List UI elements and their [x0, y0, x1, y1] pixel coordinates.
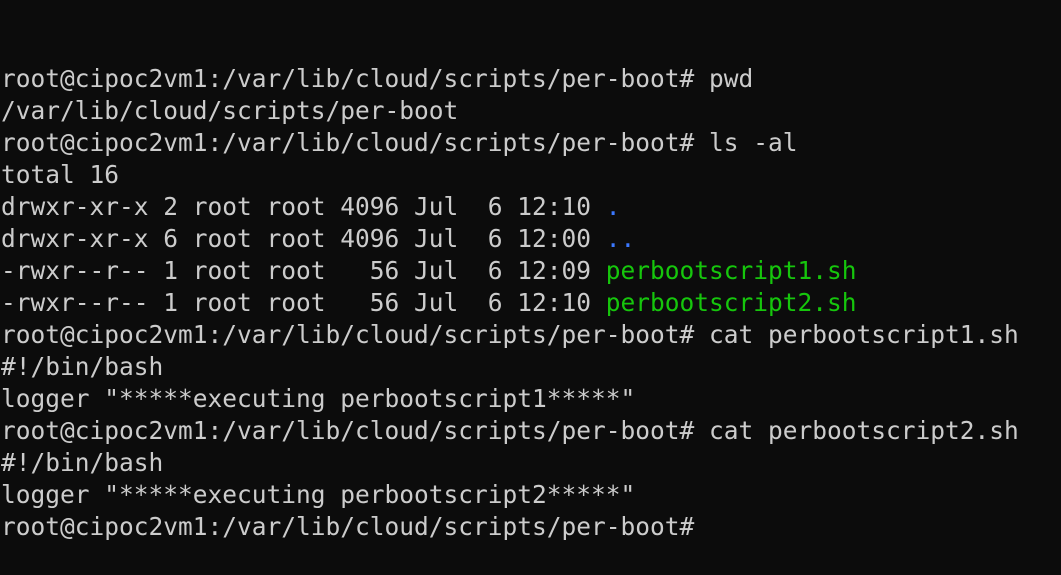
shell-prompt: root@cipoc2vm1:/var/lib/cloud/scripts/pe…: [1, 512, 695, 541]
terminal-command-line: root@cipoc2vm1:/var/lib/cloud/scripts/pe…: [1, 511, 1061, 543]
file-metadata: -rwxr--r-- 1 root root 56 Jul 6 12:09: [1, 256, 606, 285]
terminal-output-line: #!/bin/bash: [1, 447, 1061, 479]
output-text: logger "*****executing perbootscript2***…: [1, 480, 636, 509]
executable-file-name: perbootscript1.sh: [605, 256, 857, 285]
terminal-output-line: /var/lib/cloud/scripts/per-boot: [1, 95, 1061, 127]
terminal-window[interactable]: root@cipoc2vm1:/var/lib/cloud/scripts/pe…: [0, 0, 1061, 541]
output-text: #!/bin/bash: [1, 448, 164, 477]
listing-row: drwxr-xr-x 2 root root 4096 Jul 6 12:10 …: [1, 191, 1061, 223]
output-text: logger "*****executing perbootscript1***…: [1, 384, 636, 413]
output-text: /var/lib/cloud/scripts/per-boot: [1, 96, 459, 125]
terminal-output: root@cipoc2vm1:/var/lib/cloud/scripts/pe…: [1, 63, 1061, 543]
shell-command: ls -al: [694, 128, 798, 157]
terminal-command-line: root@cipoc2vm1:/var/lib/cloud/scripts/pe…: [1, 415, 1061, 447]
terminal-output-line: logger "*****executing perbootscript1***…: [1, 383, 1061, 415]
terminal-output-line: total 16: [1, 159, 1061, 191]
terminal-command-line: root@cipoc2vm1:/var/lib/cloud/scripts/pe…: [1, 63, 1061, 95]
listing-row: -rwxr--r-- 1 root root 56 Jul 6 12:09 pe…: [1, 255, 1061, 287]
terminal-command-line: root@cipoc2vm1:/var/lib/cloud/scripts/pe…: [1, 127, 1061, 159]
executable-file-name: perbootscript2.sh: [605, 288, 857, 317]
directory-name: .: [605, 192, 621, 221]
shell-command: cat perbootscript2.sh: [694, 416, 1019, 445]
terminal-command-line: root@cipoc2vm1:/var/lib/cloud/scripts/pe…: [1, 319, 1061, 351]
shell-prompt: root@cipoc2vm1:/var/lib/cloud/scripts/pe…: [1, 128, 695, 157]
terminal-output-line: logger "*****executing perbootscript2***…: [1, 479, 1061, 511]
file-metadata: drwxr-xr-x 2 root root 4096 Jul 6 12:10: [1, 192, 606, 221]
shell-prompt: root@cipoc2vm1:/var/lib/cloud/scripts/pe…: [1, 320, 695, 349]
shell-prompt: root@cipoc2vm1:/var/lib/cloud/scripts/pe…: [1, 64, 695, 93]
terminal-output-line: #!/bin/bash: [1, 351, 1061, 383]
directory-name: ..: [605, 224, 636, 253]
file-metadata: drwxr-xr-x 6 root root 4096 Jul 6 12:00: [1, 224, 606, 253]
listing-row: -rwxr--r-- 1 root root 56 Jul 6 12:10 pe…: [1, 287, 1061, 319]
output-text: total 16: [1, 160, 120, 189]
listing-row: drwxr-xr-x 6 root root 4096 Jul 6 12:00 …: [1, 223, 1061, 255]
shell-command: pwd: [694, 64, 754, 93]
file-metadata: -rwxr--r-- 1 root root 56 Jul 6 12:10: [1, 288, 606, 317]
shell-prompt: root@cipoc2vm1:/var/lib/cloud/scripts/pe…: [1, 416, 695, 445]
shell-command: cat perbootscript1.sh: [694, 320, 1019, 349]
output-text: #!/bin/bash: [1, 352, 164, 381]
